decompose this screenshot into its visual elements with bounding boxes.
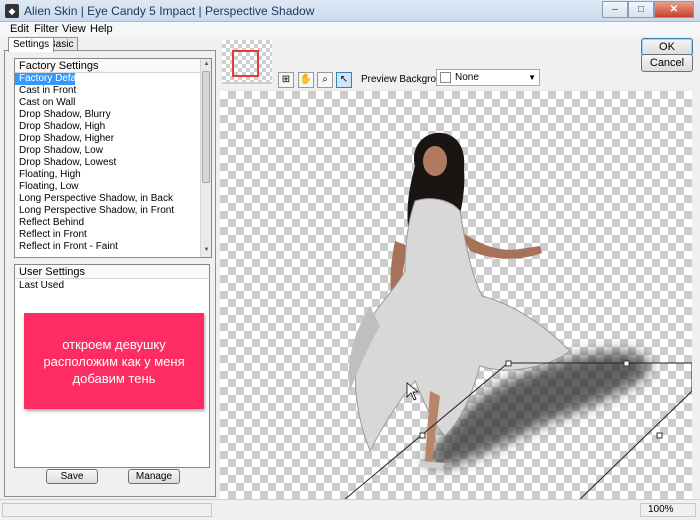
scroll-thumb[interactable] (202, 71, 210, 183)
minimize-button[interactable]: – (602, 1, 628, 18)
settings-panel: Settings Basic Factory Settings Factory … (4, 37, 216, 497)
list-item[interactable]: Reflect in Front (15, 229, 211, 241)
annotation-line: расположим как у меня (43, 353, 185, 369)
user-settings-header: User Settings (15, 265, 209, 279)
hand-icon[interactable]: ✋ (298, 72, 314, 88)
preview-image[interactable] (220, 91, 692, 499)
settings-tab-body: Factory Settings Factory Default Cast in … (4, 50, 216, 497)
preview-background-select[interactable]: None ▼ (436, 69, 540, 86)
list-item[interactable]: Cast in Front (15, 85, 211, 97)
list-item[interactable]: Drop Shadow, Low (15, 145, 211, 157)
status-bar: 100% (0, 499, 700, 520)
save-button[interactable]: Save (46, 469, 98, 484)
list-item[interactable]: Drop Shadow, High (15, 121, 211, 133)
list-item[interactable]: Floating, High (15, 169, 211, 181)
menu-view[interactable]: View (62, 23, 86, 35)
menu-filter[interactable]: Filter (34, 23, 58, 35)
menu-help[interactable]: Help (90, 23, 113, 35)
preview-area: ⊞ ✋ ⌕ ↖ Preview Background: None ▼ (220, 36, 692, 499)
list-item[interactable]: Drop Shadow, Lowest (15, 157, 211, 169)
factory-settings-scrollbar[interactable]: ▲ ▼ (200, 59, 211, 257)
navigator-frame[interactable] (232, 50, 259, 77)
cancel-button[interactable]: Cancel (641, 54, 693, 72)
menu-bar: Edit Filter View Help (0, 22, 700, 36)
list-item[interactable]: Reflect in Front - Faint (15, 241, 211, 253)
preview-canvas[interactable] (220, 91, 692, 499)
close-button[interactable]: ✕ (654, 1, 694, 18)
list-item[interactable]: Cast on Wall (15, 97, 211, 109)
menu-edit[interactable]: Edit (10, 23, 29, 35)
chevron-down-icon: ▼ (528, 73, 536, 82)
arm-shape (460, 231, 542, 259)
scroll-up-icon[interactable]: ▲ (201, 59, 212, 70)
list-item[interactable]: Factory Default (15, 73, 87, 85)
zoom-icon[interactable]: ⌕ (317, 72, 333, 88)
zoom-level: 100% (648, 504, 674, 515)
annotation-line: добавим тень (72, 370, 156, 386)
navigator-icon[interactable]: ⊞ (278, 72, 294, 88)
maximize-button[interactable]: □ (628, 1, 654, 18)
list-item[interactable]: Last Used (15, 279, 209, 293)
handle[interactable] (505, 360, 512, 367)
navigator-thumbnail[interactable] (222, 40, 272, 84)
list-item[interactable]: Floating, Low (15, 181, 211, 193)
list-item[interactable]: Drop Shadow, Blurry (15, 109, 211, 121)
window-controls: – □ ✕ (602, 1, 694, 18)
annotation-line: откроем девушку (62, 336, 166, 352)
list-item[interactable]: Drop Shadow, Higher (15, 133, 211, 145)
list-item[interactable]: Long Perspective Shadow, in Front (15, 205, 211, 217)
annotation-note: откроем девушку расположим как у меня до… (24, 313, 204, 409)
handle[interactable] (419, 432, 426, 439)
list-item[interactable]: Long Perspective Shadow, in Back (15, 193, 211, 205)
factory-settings-list[interactable]: Factory Settings Factory Default Cast in … (14, 58, 212, 258)
status-cell (2, 503, 212, 517)
handle[interactable] (623, 360, 630, 367)
title-bar: ◆ Alien Skin | Eye Candy 5 Impact | Pers… (0, 0, 700, 22)
manage-button[interactable]: Manage (128, 469, 180, 484)
mouse-cursor-icon (406, 382, 420, 401)
face-shape (423, 146, 447, 176)
background-swatch (440, 72, 451, 83)
scroll-down-icon[interactable]: ▼ (201, 245, 212, 256)
tab-settings[interactable]: Settings (8, 37, 55, 52)
app-icon: ◆ (5, 4, 19, 18)
preview-toolbar: ⊞ ✋ ⌕ ↖ Preview Background: None ▼ (220, 36, 692, 91)
pointer-icon[interactable]: ↖ (336, 72, 352, 88)
handle[interactable] (656, 432, 663, 439)
window-title: Alien Skin | Eye Candy 5 Impact | Perspe… (24, 4, 315, 18)
factory-settings-header: Factory Settings (15, 59, 211, 73)
list-item[interactable]: Reflect Behind (15, 217, 211, 229)
preview-background-value: None (455, 72, 479, 83)
